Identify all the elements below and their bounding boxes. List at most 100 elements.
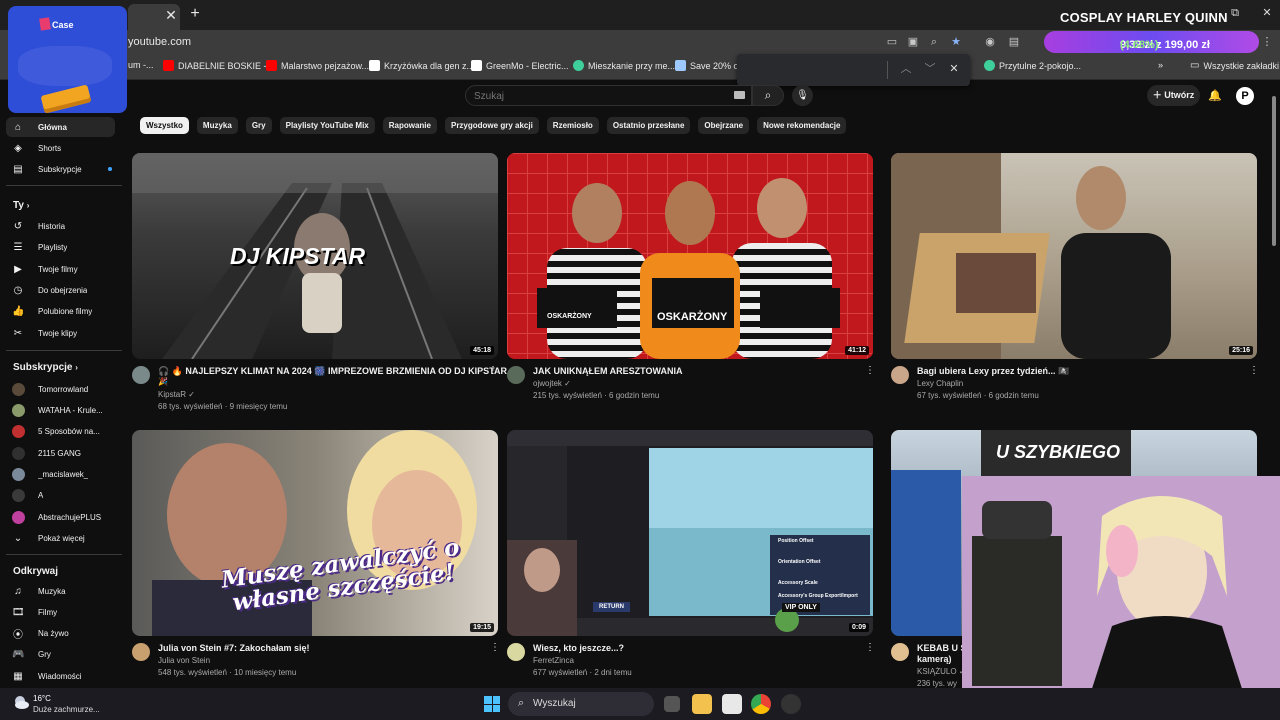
chip-crafts[interactable]: Rzemiosło <box>546 117 599 134</box>
sidebar-item-news[interactable]: ▦ Wiadomości <box>6 666 115 686</box>
find-next-icon[interactable]: ﹀ <box>923 62 937 76</box>
bookmarks-overflow-icon[interactable]: » <box>1158 60 1163 70</box>
sidebar-item-playlists[interactable]: ☰ Playlisty <box>6 237 115 257</box>
chip-action-adventure[interactable]: Przygodowe gry akcji <box>444 117 539 134</box>
video-channel[interactable]: FerretZinca <box>533 656 574 665</box>
chip-mix[interactable]: Playlisty YouTube Mix <box>279 117 375 134</box>
channel-avatar[interactable] <box>132 366 150 384</box>
app-icon[interactable] <box>781 694 801 714</box>
find-prev-icon[interactable]: ︿ <box>899 62 913 76</box>
search-input[interactable] <box>474 88 724 104</box>
browser-menu-icon[interactable]: ⋮ <box>1260 35 1274 49</box>
sidebar-item-home[interactable]: ⌂ Główna <box>6 117 115 137</box>
weather-description[interactable]: Duże zachmurze... <box>33 705 100 714</box>
video-thumbnail[interactable]: Muszę zawalczyć o własne szczęście! 19:1… <box>132 430 498 636</box>
chip-new[interactable]: Nowe rekomendacje <box>757 117 847 134</box>
reader-mode-icon[interactable]: ▣ <box>906 35 920 49</box>
sidebar-item-subscription[interactable]: Tomorrowland <box>6 379 115 399</box>
url-field[interactable]: youtube.com <box>128 36 191 48</box>
bookmark-item[interactable]: Przytulne 2-pokojo... <box>984 60 1081 71</box>
chrome-icon[interactable] <box>751 694 771 714</box>
chip-all[interactable]: Wszystko <box>140 117 189 134</box>
sidebar-item-subscription[interactable]: 2115 GANG <box>6 443 115 463</box>
windows-start-icon[interactable] <box>484 696 500 712</box>
channel-avatar[interactable] <box>132 643 150 661</box>
weather-temperature[interactable]: 16°C <box>33 694 51 703</box>
voice-search-button[interactable]: 🎙 <box>792 85 813 106</box>
bookmark-item[interactable]: Krzyżówka dla gen z... <box>369 60 474 71</box>
sidebar-item-history[interactable]: ↺ Historia <box>6 216 115 236</box>
scrollbar-thumb[interactable] <box>1272 96 1276 246</box>
sidebar-item-subscription[interactable]: A <box>6 485 115 505</box>
more-options-icon[interactable]: ⋮ <box>488 365 498 376</box>
sidebar-item-live[interactable]: ⦿ Na żywo <box>6 623 115 643</box>
search-button[interactable]: ⌕ <box>752 85 784 106</box>
video-channel[interactable]: KipstaR ✓ <box>158 390 195 399</box>
channel-avatar[interactable] <box>507 643 525 661</box>
bookmark-item[interactable]: Mieszkanie przy me... <box>573 60 675 71</box>
account-avatar[interactable]: P <box>1236 87 1254 105</box>
more-options-icon[interactable]: ⋮ <box>1249 365 1259 376</box>
sidebar-item-subscriptions[interactable]: ▤ Subskrypcje <box>6 159 115 179</box>
all-bookmarks-folder[interactable]: ▭ Wszystkie zakładki <box>1190 60 1279 71</box>
channel-avatar[interactable] <box>891 643 909 661</box>
zoom-icon[interactable]: ⌕ <box>927 35 941 49</box>
sidebar-item-subscription[interactable]: WATAHA - Krule... <box>6 400 115 420</box>
chip-watched[interactable]: Obejrzane <box>698 117 750 134</box>
video-channel[interactable]: Lexy Chaplin <box>917 379 963 388</box>
video-thumbnail[interactable]: DJ KIPSTAR 45:18 <box>132 153 498 359</box>
sidebar-item-music[interactable]: ♫ Muzyka <box>6 581 115 601</box>
more-options-icon[interactable]: ⋮ <box>865 642 875 653</box>
sidebar-show-more[interactable]: ⌄ Pokaż więcej <box>6 528 115 548</box>
restore-window-icon[interactable]: ⧉ <box>1228 6 1242 20</box>
video-channel[interactable]: KSIĄŻULO ✓ <box>917 667 966 676</box>
sidebar-item-shorts[interactable]: ◈ Shorts <box>6 138 115 158</box>
video-title[interactable]: Julia von Stein #7: Zakochałam się! <box>158 643 310 653</box>
sidebar-item-subscription[interactable]: 5 Sposobów na... <box>6 421 115 441</box>
keyboard-icon[interactable] <box>734 91 745 99</box>
sidebar-item-gaming[interactable]: 🎮 Gry <box>6 644 115 664</box>
notifications-bell-icon[interactable]: 🔔 <box>1208 89 1222 103</box>
sidebar-item-subscription[interactable]: _macislawek_ <box>6 464 115 484</box>
find-close-icon[interactable]: ✕ <box>947 62 961 76</box>
video-channel[interactable]: ojwojtek ✓ <box>533 379 571 388</box>
channel-avatar[interactable] <box>891 366 909 384</box>
sidebar-item-clips[interactable]: ✂ Twoje klipy <box>6 323 115 343</box>
sidebar-item-your-videos[interactable]: ▶ Twoje filmy <box>6 259 115 279</box>
sidebar-item-subscription[interactable]: AbstrachujePLUS <box>6 507 115 527</box>
create-button[interactable]: ＋ Utwórz <box>1147 85 1200 106</box>
close-window-icon[interactable]: ✕ <box>1260 6 1274 20</box>
extension-icon[interactable]: ▤ <box>1007 35 1021 49</box>
bookmark-item[interactable]: Malarstwo pejzażow... <box>266 60 369 71</box>
chip-music[interactable]: Muzyka <box>196 117 238 134</box>
cloudy-weather-icon[interactable] <box>12 693 30 711</box>
tab-close-icon[interactable]: ✕ <box>162 6 180 24</box>
new-tab-icon[interactable]: + <box>186 5 204 23</box>
task-view-icon[interactable] <box>664 696 680 712</box>
chip-rap[interactable]: Rapowanie <box>382 117 437 134</box>
bookmark-item[interactable]: um -... <box>128 60 154 70</box>
video-title[interactable]: Bagi ubiera Lexy przez tydzień... 🏴‍☠️ <box>917 366 1069 377</box>
bookmark-item[interactable]: Save 20% on <box>675 60 744 71</box>
bookmark-item[interactable]: GreenMo - Electric... <box>471 60 569 71</box>
microsoft-store-icon[interactable] <box>722 694 742 714</box>
sidebar-item-watch-later[interactable]: ◷ Do obejrzenia <box>6 280 115 300</box>
chip-recent[interactable]: Ostatnio przesłane <box>606 117 691 134</box>
video-title[interactable]: JAK UNIKNĄŁEM ARESZTOWANIA <box>533 366 683 376</box>
more-options-icon[interactable]: ⋮ <box>865 365 875 376</box>
video-thumbnail[interactable]: OSKARŻONY OSKARŻONY 41:12 <box>507 153 873 359</box>
taskbar-search[interactable]: ⌕ Wyszukaj <box>508 692 654 716</box>
video-title[interactable]: 🎧 🔥 NAJLEPSZY KLIMAT NA 2024 🎆 IMPREZOWE… <box>158 366 521 377</box>
video-title[interactable]: Wiesz, kto jeszcze...? <box>533 643 624 653</box>
file-explorer-icon[interactable] <box>692 694 712 714</box>
bookmark-item[interactable]: DIABELNIE BOSKIE -... <box>163 60 274 71</box>
sidebar-heading-subscriptions[interactable]: Subskrypcje › <box>13 362 78 373</box>
sidebar-heading-you[interactable]: Ty › <box>13 200 29 211</box>
bookmark-star-icon[interactable]: ★ <box>949 35 963 49</box>
video-thumbnail[interactable]: Position Offset Orientation Offset Acces… <box>507 430 873 636</box>
more-options-icon[interactable]: ⋮ <box>490 642 500 653</box>
chip-games[interactable]: Gry <box>245 117 272 134</box>
video-channel[interactable]: Julia von Stein <box>158 656 210 665</box>
sidebar-item-liked[interactable]: 👍 Polubione filmy <box>6 301 115 321</box>
video-thumbnail[interactable]: 25:16 <box>891 153 1257 359</box>
